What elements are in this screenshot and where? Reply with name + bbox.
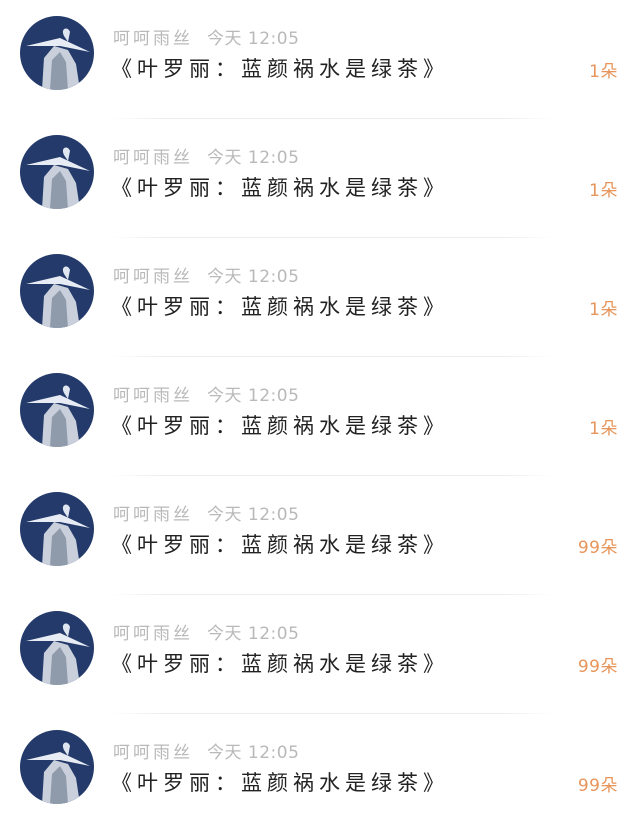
avatar-image bbox=[20, 373, 94, 447]
avatar[interactable] bbox=[20, 373, 94, 447]
timestamp: 今天 12:05 bbox=[207, 743, 300, 763]
gift-record-list: 呵呵雨丝 今天 12:05 《叶罗丽：蓝颜祸水是绿茶》 1朵 呵呵雨丝 今天 12:… bbox=[0, 0, 640, 823]
username[interactable]: 呵呵雨丝 bbox=[113, 386, 193, 406]
avatar[interactable] bbox=[20, 254, 94, 328]
list-item[interactable]: 呵呵雨丝 今天 12:05 《叶罗丽：蓝颜祸水是绿茶》 99朵 bbox=[0, 476, 640, 595]
book-title[interactable]: 《叶罗丽：蓝颜祸水是绿茶》 bbox=[111, 291, 449, 321]
avatar[interactable] bbox=[20, 492, 94, 566]
avatar-image bbox=[20, 135, 94, 209]
item-meta: 呵呵雨丝 今天 12:05 bbox=[113, 381, 300, 406]
flower-count: 1朵 bbox=[589, 300, 618, 320]
timestamp: 今天 12:05 bbox=[207, 148, 300, 168]
item-meta: 呵呵雨丝 今天 12:05 bbox=[113, 24, 300, 49]
avatar[interactable] bbox=[20, 730, 94, 804]
book-title[interactable]: 《叶罗丽：蓝颜祸水是绿茶》 bbox=[111, 53, 449, 83]
avatar[interactable] bbox=[20, 16, 94, 90]
list-item[interactable]: 呵呵雨丝 今天 12:05 《叶罗丽：蓝颜祸水是绿茶》 1朵 bbox=[0, 119, 640, 238]
flower-count: 99朵 bbox=[577, 776, 618, 796]
flower-count: 1朵 bbox=[589, 62, 618, 82]
flower-count: 99朵 bbox=[577, 657, 618, 677]
book-title[interactable]: 《叶罗丽：蓝颜祸水是绿茶》 bbox=[111, 172, 449, 202]
list-item[interactable]: 呵呵雨丝 今天 12:05 《叶罗丽：蓝颜祸水是绿茶》 1朵 bbox=[0, 0, 640, 119]
book-title[interactable]: 《叶罗丽：蓝颜祸水是绿茶》 bbox=[111, 410, 449, 440]
flower-count: 1朵 bbox=[589, 181, 618, 201]
avatar-image bbox=[20, 16, 94, 90]
avatar[interactable] bbox=[20, 611, 94, 685]
book-title[interactable]: 《叶罗丽：蓝颜祸水是绿茶》 bbox=[111, 648, 449, 678]
timestamp: 今天 12:05 bbox=[207, 505, 300, 525]
list-item[interactable]: 呵呵雨丝 今天 12:05 《叶罗丽：蓝颜祸水是绿茶》 99朵 bbox=[0, 595, 640, 714]
item-meta: 呵呵雨丝 今天 12:05 bbox=[113, 143, 300, 168]
username[interactable]: 呵呵雨丝 bbox=[113, 29, 193, 49]
avatar-image bbox=[20, 611, 94, 685]
book-title[interactable]: 《叶罗丽：蓝颜祸水是绿茶》 bbox=[111, 767, 449, 797]
flower-count: 99朵 bbox=[577, 538, 618, 558]
username[interactable]: 呵呵雨丝 bbox=[113, 267, 193, 287]
item-meta: 呵呵雨丝 今天 12:05 bbox=[113, 262, 300, 287]
item-meta: 呵呵雨丝 今天 12:05 bbox=[113, 619, 300, 644]
avatar-image bbox=[20, 492, 94, 566]
timestamp: 今天 12:05 bbox=[207, 386, 300, 406]
avatar-image bbox=[20, 730, 94, 804]
flower-count: 1朵 bbox=[589, 419, 618, 439]
timestamp: 今天 12:05 bbox=[207, 624, 300, 644]
username[interactable]: 呵呵雨丝 bbox=[113, 743, 193, 763]
list-item[interactable]: 呵呵雨丝 今天 12:05 《叶罗丽：蓝颜祸水是绿茶》 1朵 bbox=[0, 357, 640, 476]
list-item[interactable]: 呵呵雨丝 今天 12:05 《叶罗丽：蓝颜祸水是绿茶》 99朵 bbox=[0, 714, 640, 833]
item-meta: 呵呵雨丝 今天 12:05 bbox=[113, 738, 300, 763]
timestamp: 今天 12:05 bbox=[207, 267, 300, 287]
username[interactable]: 呵呵雨丝 bbox=[113, 505, 193, 525]
item-meta: 呵呵雨丝 今天 12:05 bbox=[113, 500, 300, 525]
list-item[interactable]: 呵呵雨丝 今天 12:05 《叶罗丽：蓝颜祸水是绿茶》 1朵 bbox=[0, 238, 640, 357]
avatar[interactable] bbox=[20, 135, 94, 209]
timestamp: 今天 12:05 bbox=[207, 29, 300, 49]
avatar-image bbox=[20, 254, 94, 328]
username[interactable]: 呵呵雨丝 bbox=[113, 148, 193, 168]
book-title[interactable]: 《叶罗丽：蓝颜祸水是绿茶》 bbox=[111, 529, 449, 559]
username[interactable]: 呵呵雨丝 bbox=[113, 624, 193, 644]
